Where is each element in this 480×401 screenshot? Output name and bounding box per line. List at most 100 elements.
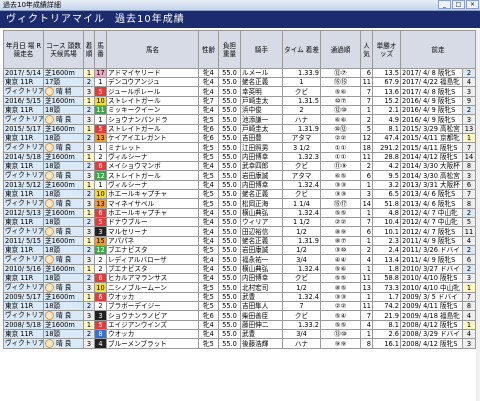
table-row[interactable]: ヴィクトリア 晴 良 3 10 ニシノブルームーン 牝5 55.0 北村宏司 1/2 ⑧⑤ 13 7… [3,282,476,293]
jockey-name[interactable]: 田辺裕信 [240,226,283,237]
jockey-name[interactable]: 池添謙一 [240,114,283,125]
horse-name[interactable]: アドマイヤリード [106,68,199,78]
previous-race[interactable]: 2009/ 3/ 5 ドバイ [400,292,463,302]
table-row[interactable]: ヴィクトリア 晴 良 3 3 ショウナンラノビア 牝6 55.0 柴田善臣 クビ ⑤④ 7 21.9… [3,310,476,321]
table-row[interactable]: 東京 11R 18頭 2 13 ケイアイエレガント 牝6 55.0 吉田豊 アタマ ②② 12 47.… [3,133,476,143]
previous-race[interactable]: 2013/ 3/31 大阪杯 [400,180,463,190]
horse-name[interactable]: ストレイトガール [106,170,199,181]
table-row[interactable]: 東京 11R 18頭 2 12 ブエナビスタ 牝5 55.0 岩田康誠 1/2 ③⑩ 2 2.4 201… [3,245,476,255]
horse-name[interactable]: ニシノブルームーン [106,282,199,293]
jockey-name[interactable]: 藤田伸二 [240,320,283,330]
vertical-scrollbar[interactable] [476,30,480,401]
previous-race[interactable]: 2012/ 4/ 7 中山牝 [400,208,463,218]
table-row[interactable]: 2008/ 5/18 芝1600m 1 5 エイジアンウインズ 牝4 55.0 藤田伸二 1.3… [3,320,476,330]
jockey-name[interactable]: 戸崎圭太 [240,124,283,134]
jockey-name[interactable]: 蛯名正義 [240,77,283,87]
previous-race[interactable]: 2012/ 4/ 7 中山牝 [400,217,463,227]
table-row[interactable]: 2014/ 5/18 芝1600m 1 2 ヴィルシーナ 牝5 55.0 内田博幸 1.32.3… [3,152,476,162]
previous-race[interactable]: 2010/ 4/10 中山牝 [400,282,463,293]
previous-race[interactable]: 2017/ 4/ 8 阪牝S [400,86,463,97]
jockey-name[interactable]: 内田博幸 [240,152,283,162]
horse-name[interactable]: デンコウアンジュ [106,77,199,87]
previous-race[interactable]: 2014/ 4/12 阪牝S [400,152,463,162]
previous-race[interactable]: 2009/ 4/11 阪牝S [400,301,463,311]
jockey-name[interactable]: 浜中俊 [240,105,283,115]
previous-race[interactable]: 2008/ 3/29 ドバイ [400,329,463,339]
horse-name[interactable]: レディアルバローザ [106,254,199,265]
jockey-name[interactable]: 戸崎圭太 [240,96,283,106]
table-row[interactable]: ヴィクトリア 晴 良 3 4 ブルーメンブラット 牝5 55.0 後藤浩輝 ハナ ⑨⑨ 8 16.1… [3,338,476,349]
horse-name[interactable]: ヴィルシーナ [106,152,199,162]
previous-race[interactable]: 2011/ 3/26 ドバイ [400,245,463,255]
horse-name[interactable]: ストレイトガール [106,124,199,134]
table-row[interactable]: ヴィクトリア 晴 良 3 2 レディアルバローザ 牝4 55.0 福永祐一 3/4 ④④ 4 13.… [3,254,476,265]
previous-race[interactable]: 2010/ 3/27 ドバイ [400,264,463,274]
horse-name[interactable]: ホエールキャプチャ [106,189,199,199]
previous-race[interactable]: 2013/ 4/ 6 阪牝S [400,198,463,209]
previous-race[interactable]: 2009/ 4/18 福島牝 [400,310,463,321]
jockey-name[interactable]: 松岡正海 [240,198,283,209]
table-row[interactable]: ヴィクトリア 晴 良 3 12 ストレイトガール 牝5 55.0 岩田康誠 アタマ ⑥⑤ 6 9.5… [3,170,476,181]
horse-name[interactable]: ホエールキャプチャ [106,208,199,218]
jockey-name[interactable]: ルメール [240,68,283,78]
jockey-name[interactable]: ウィリア [240,217,283,227]
horse-name[interactable]: ショウナンパンドラ [106,114,199,125]
previous-race[interactable]: 2016/ 4/ 9 阪牝S [400,96,463,106]
horse-name[interactable]: ヴィルシーナ [106,180,199,190]
previous-race[interactable]: 2014/ 3/30 大阪杯 [400,161,463,171]
horse-name[interactable]: ブルーメンブラット [106,338,199,349]
jockey-name[interactable]: 吉田豊 [240,133,283,143]
previous-race[interactable]: 2017/ 4/22 福島牝 [400,77,463,87]
table-row[interactable]: 東京 11R 18頭 2 8 ウオッカ 牝4 55.0 武豊 3/4 ⑬⑩ 1 2.6 2008/ 3/… [3,329,476,339]
horse-name[interactable]: ミッキークイーン [106,105,199,115]
previous-race[interactable]: 2008/ 4/12 阪牝S [400,320,463,330]
jockey-name[interactable]: 蛯名正義 [240,236,283,246]
jockey-name[interactable]: 蛯名正義 [240,189,283,199]
horse-name[interactable]: ブエナビスタ [106,245,199,255]
horse-name[interactable]: メイショウマンボ [106,161,199,171]
previous-race[interactable]: 2017/ 4/ 8 阪牝S [400,68,463,78]
previous-race[interactable]: 2015/ 3/29 高松宮 [400,124,463,134]
table-row[interactable]: 東京 11R 18頭 2 11 ミッキークイーン 牝4 55.0 浜中俊 2 ⑫⑩ 1 2.1 2016… [3,105,476,115]
table-row[interactable]: 東京 11R 17頭 2 1 デンコウアンジュ 牝4 55.0 蛯名正義 1 ⑮⑮ 11 67.9 20… [3,77,476,87]
previous-race[interactable]: 2008/ 4/12 阪牝S [400,338,463,349]
jockey-name[interactable]: 岩田康誠 [240,245,283,255]
table-row[interactable]: 東京 11R 18頭 2 2 ブラボーデイジー 牝5 55.0 吉田隼人 7 ②② 11 74.2 20… [3,301,476,311]
table-row[interactable]: 2016/ 5/15 芝1600m 1 10 ストレイトガール 牝7 55.0 戸崎圭太 1.3… [3,96,476,106]
jockey-name[interactable]: 内田博幸 [240,180,283,190]
jockey-name[interactable]: 岩田康誠 [240,170,283,181]
table-row[interactable]: 2015/ 5/17 芝1600m 1 5 ストレイトガール 牝6 55.0 戸崎圭太 1.31… [3,124,476,134]
table-row[interactable]: ヴィクトリア 晴 良 3 3 マルセリーナ 牝4 55.0 田辺裕信 1/2 ⑧⑨ 6 10.1 20… [3,226,476,237]
table-row[interactable]: 東京 11R 18頭 2 6 ヒカルアマランサス 牝4 55.0 内田博幸 クビ ⑤⑤ 11 58.8… [3,273,476,283]
table-row[interactable]: 東京 11R 18頭 2 10 ホエールキャプチャ 牝5 55.0 蛯名正義 クビ ③③ 3 6.5 2… [3,189,476,199]
table-row[interactable]: 2012/ 5/13 芝1600m 1 6 ホエールキャプチャ 牝4 55.0 横山典弘 1.3… [3,208,476,218]
jockey-name[interactable]: 福永祐一 [240,254,283,265]
table-row[interactable]: ヴィクトリア 晴 稍 3 5 ジュールポレール 牝4 55.0 幸英明 クビ ⑤⑥ 7 13.6 20… [3,86,476,97]
horse-name[interactable]: エイジアンウインズ [106,320,199,330]
jockey-name[interactable]: 内田博幸 [240,273,283,283]
jockey-name[interactable]: 武豊 [240,292,283,302]
horse-name[interactable]: ドナウブルー [106,217,199,227]
horse-name[interactable]: ブエナビスタ [106,264,199,274]
horse-name[interactable]: アパパネ [106,236,199,246]
jockey-name[interactable]: 柴田善臣 [240,310,283,321]
previous-race[interactable]: 2015/ 4/11 京都牝 [400,133,463,143]
previous-race[interactable]: 2016/ 4/ 9 阪牝S [400,114,463,125]
table-row[interactable]: 2013/ 5/12 芝1600m 1 1 ヴィルシーナ 牝4 55.0 内田博幸 1.32.4… [3,180,476,190]
minimize-button[interactable]: _ [438,0,451,9]
close-button[interactable]: × [466,0,479,9]
jockey-name[interactable]: 横山典弘 [240,208,283,218]
jockey-name[interactable]: 吉田隼人 [240,301,283,311]
horse-name[interactable]: ショウナンラノビア [106,310,199,321]
horse-name[interactable]: マイネイサベル [106,198,199,209]
jockey-name[interactable]: 北村宏司 [240,282,283,293]
table-row[interactable]: 2011/ 5/15 芝1600m 1 15 アパパネ 牝4 55.0 蛯名正義 1.31.9 ⑧… [3,236,476,246]
horse-name[interactable]: ヒカルアマランサス [106,273,199,283]
previous-race[interactable]: 2011/ 4/ 9 阪牝S [400,254,463,265]
table-row[interactable]: ヴィクトリア 晴 良 3 13 マイネイサベル 牝5 55.0 松岡正海 1 1/4 ⑮⑰ 14 5… [3,198,476,209]
table-row[interactable]: ヴィクトリア 晴 良 3 1 ミナレット 牝5 55.0 江田照男 3 1/2 ①① 18 291.… [3,142,476,153]
horse-name[interactable]: ミナレット [106,142,199,153]
previous-race[interactable]: 2015/ 4/11 阪牝S [400,142,463,153]
horse-name[interactable]: ジュールポレール [106,86,199,97]
table-row[interactable]: 東京 11R 18頭 2 6 メイショウマンボ 牝4 55.0 武幸四郎 クビ ⑪⑨ 2 4.2 201… [3,161,476,171]
